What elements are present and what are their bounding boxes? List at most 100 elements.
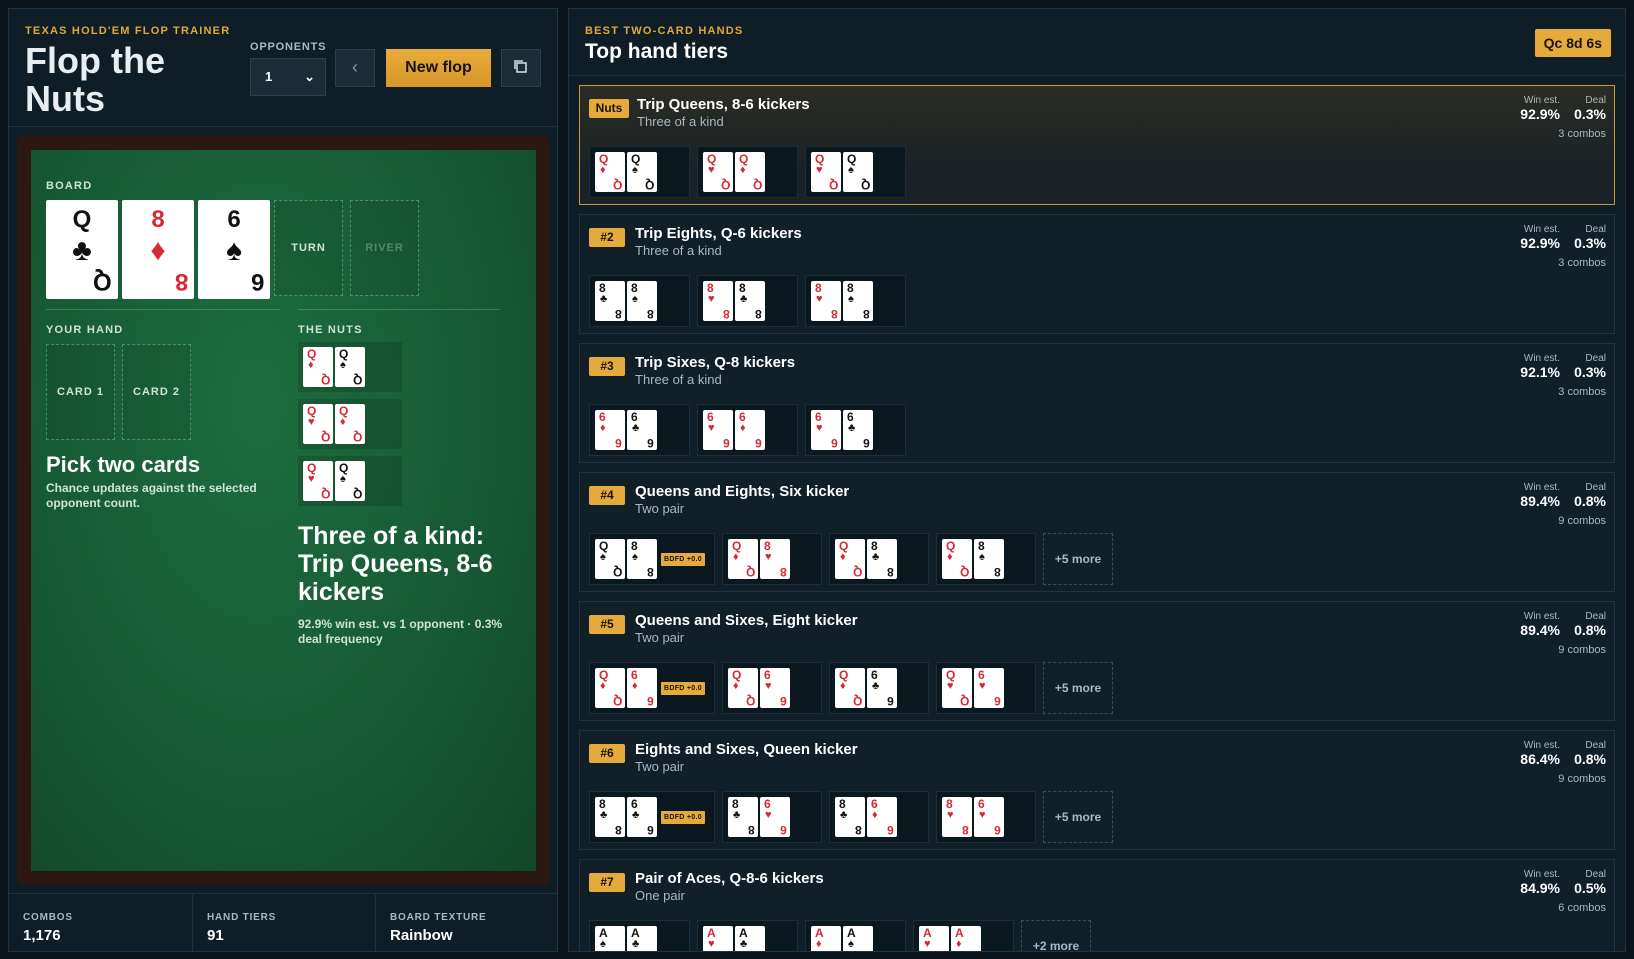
combo-chip[interactable]: 8 ♥ 8 8 ♣ 8 [697,275,798,327]
mini-card: Q ♦ Q [835,539,865,579]
hand-card-slot-2[interactable]: CARD 2 [122,344,191,440]
nuts-combo[interactable]: Q ♥ Q Q ♠ Q [298,456,402,506]
card-suit-icon: ♥ [924,938,931,950]
combo-chip[interactable]: 6 ♦ 6 6 ♣ 6 [589,404,690,456]
combo-chip[interactable]: Q ♦ Q 8 ♣ 8 [829,533,929,585]
mini-card: Q ♥ Q [303,461,333,501]
mini-card: Q ♠ Q [335,461,365,501]
combo-chip[interactable]: Q ♥ Q Q ♠ Q [805,146,906,198]
new-flop-button[interactable]: New flop [386,49,491,87]
mini-card: Q ♥ Q [303,404,333,444]
combo-chip[interactable]: Q ♠ Q 8 ♠ 8 BDFD +0.0 [589,533,715,585]
card-rank-corner: Q [352,373,362,387]
mini-card: 6 ♣ 6 [843,410,873,450]
combo-chip[interactable]: 8 ♥ 8 8 ♠ 8 [805,275,906,327]
card-suit-icon: ♥ [979,809,986,821]
tier-name: Queens and Sixes, Eight kicker [635,612,858,629]
combo-chip[interactable]: 8 ♣ 8 6 ♥ 6 [722,791,822,843]
mini-card: 8 ♥ 8 [811,281,841,321]
hand-tier-row[interactable]: #4 Queens and Eights, Six kicker Two pair W… [579,472,1615,592]
card-suit-icon: ♣ [600,293,608,305]
mini-card: 6 ♥ 6 [974,797,1004,837]
combo-chip[interactable]: Q ♥ Q 6 ♥ 6 [936,662,1036,714]
mini-card: 8 ♥ 8 [703,281,733,321]
more-combos-button[interactable]: +5 more [1043,662,1113,714]
combo-chip[interactable]: Q ♦ Q 6 ♥ 6 [722,662,822,714]
mini-card: 8 ♣ 8 [595,797,625,837]
turn-slot[interactable]: TURN [274,200,343,296]
hand-tier-row[interactable]: Nuts Trip Queens, 8-6 kickers Three of a k… [579,85,1615,205]
nuts-combo[interactable]: Q ♦ Q Q ♠ Q [298,342,402,392]
card-rank: 8 [151,206,165,233]
card-suit-icon: ♦ [840,680,846,692]
combo-chip[interactable]: A♠AA♣A [589,920,690,951]
board-card: Q ♣ Q [46,200,118,299]
card-rank-corner: 8 [863,307,870,321]
tier-rank-badge: #5 [589,615,625,634]
more-combos-button[interactable]: +2 more [1021,920,1091,951]
mini-card: Q ♦ Q [942,539,972,579]
combo-chip[interactable]: 6 ♥ 6 6 ♣ 6 [805,404,906,456]
combo-count: 3 combos [1558,128,1606,140]
hand-tier-row[interactable]: #6 Eights and Sixes, Queen kicker Two pair… [579,730,1615,850]
card-rank-corner: 6 [994,694,1001,708]
card-rank-corner: Q [720,178,730,192]
card-suit-icon: ♦ [733,551,739,563]
river-slot[interactable]: RIVER [350,200,419,296]
card-suit-icon: ♦ [947,551,953,563]
combo-chip[interactable]: Q ♦ Q 8 ♠ 8 [936,533,1036,585]
combo-chip[interactable]: Q ♦ Q 6 ♣ 6 [829,662,929,714]
combo-chip[interactable]: 8 ♥ 8 6 ♥ 6 [936,791,1036,843]
combo-chip[interactable]: A♦AA♠A [805,920,906,951]
deal-label: Deal [1585,482,1606,493]
combo-chip[interactable]: Q ♦ Q Q ♠ Q [589,146,690,198]
mini-card: 6 ♣ 6 [627,797,657,837]
card-suit-icon: ♥ [765,809,772,821]
combo-chip[interactable]: 8 ♣ 8 6 ♦ 6 [829,791,929,843]
bdfd-badge: BDFD +0.0 [661,553,705,566]
card-suit-icon: ♦ [600,164,606,176]
card-rank-corner: Q [852,694,862,708]
previous-flop-button[interactable]: ‹ [335,49,375,87]
more-combos-button[interactable]: +5 more [1043,533,1113,585]
copy-button[interactable] [501,49,541,87]
combo-chip[interactable]: Q ♦ Q 8 ♥ 8 [722,533,822,585]
nuts-combo[interactable]: Q ♥ Q Q ♦ Q [298,399,402,449]
win-est-value: 92.9% [1520,235,1560,251]
stat-label: HAND TIERS [207,912,277,923]
card-suit-icon: ♣ [840,809,848,821]
chevron-left-icon: ‹ [352,57,358,77]
card-rank-corner: Q [644,178,654,192]
combo-chip[interactable]: Q ♦ Q 6 ♦ 6 BDFD +0.0 [589,662,715,714]
chevron-down-icon: ⌄ [304,69,315,84]
hand-card-slot-1[interactable]: CARD 1 [46,344,115,440]
combo-chip[interactable]: Q ♥ Q Q ♦ Q [697,146,798,198]
win-est-label: Win est. [1523,740,1560,751]
hand-tier-row[interactable]: #7 Pair of Aces, Q-8-6 kickers One pair Win… [579,859,1615,951]
card-suit-icon: ♠ [848,938,854,950]
felt-table: BOARD Q ♣ Q 8 ♦ 8 6 ♠ 6 TURN RIVER YOUR HAND CAR… [31,150,536,871]
hand-tier-row[interactable]: #3 Trip Sixes, Q-8 kickers Three of a kind… [579,343,1615,463]
combo-count: 9 combos [1558,773,1606,785]
deal-value: 0.3% [1574,106,1606,122]
card-suit-icon: ♥ [947,809,954,821]
mini-card: Q ♠ Q [843,152,873,192]
combo-chip[interactable]: 8 ♣ 8 6 ♣ 6 BDFD +0.0 [589,791,715,843]
combo-chip[interactable]: A♥AA♦A [913,920,1014,951]
hand-tier-row[interactable]: #5 Queens and Sixes, Eight kicker Two pair… [579,601,1615,721]
mini-card: 8 ♠ 8 [627,539,657,579]
card-suit-icon: ♥ [708,164,715,176]
win-est-label: Win est. [1523,95,1560,106]
hand-tier-row[interactable]: #2 Trip Eights, Q-6 kickers Three of a kin… [579,214,1615,334]
card-rank-corner: 8 [174,268,188,295]
combo-chip[interactable]: 8 ♣ 8 8 ♠ 8 [589,275,690,327]
mini-card: Q ♦ Q [335,404,365,444]
mini-card: 6 ♦ 6 [627,668,657,708]
nuts-subtext: 92.9% win est. vs 1 opponent · 0.3% deal… [298,617,503,646]
card-suit-icon: ♠ [226,234,242,267]
more-combos-button[interactable]: +5 more [1043,791,1113,843]
combo-chip[interactable]: 6 ♥ 6 6 ♦ 6 [697,404,798,456]
opponents-select[interactable]: 1 ⌄ [250,58,326,96]
card-suit-icon: ♥ [308,473,315,485]
combo-chip[interactable]: A♥AA♣A [697,920,798,951]
